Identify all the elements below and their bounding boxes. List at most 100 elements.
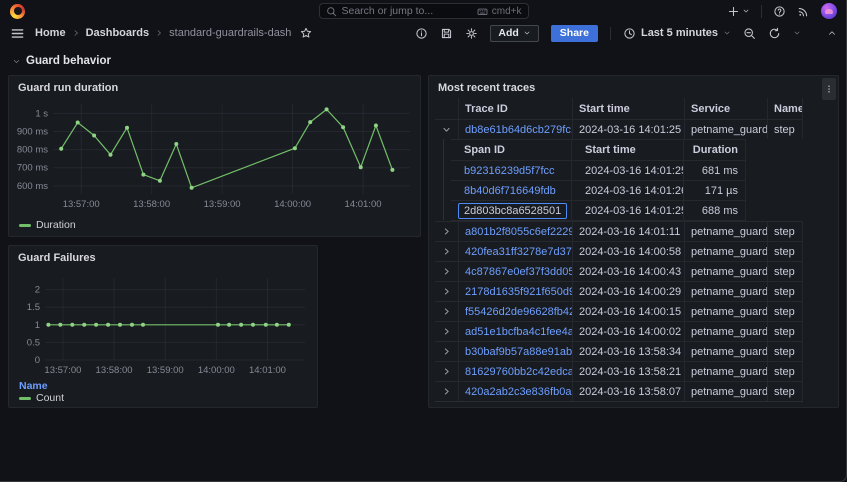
expand-row-chevron-icon[interactable] [435, 362, 459, 381]
svg-text:900 ms: 900 ms [17, 127, 48, 138]
trace-id-link[interactable]: db8e61b64d6cb279fc1... [465, 124, 573, 136]
span-start-time: 2024-03-16 14:01:25.474 [572, 161, 684, 180]
svg-text:600 ms: 600 ms [17, 181, 48, 192]
column-header-start-time[interactable]: Start time [573, 98, 685, 119]
trace-table-row: 81629760bb2c42edcae...2024-03-16 13:58:2… [435, 361, 803, 381]
span-id-cell: 2d803bc8a6528501 [451, 201, 572, 220]
search-shortcut: cmd+k [476, 6, 522, 17]
series-color-swatch [19, 397, 31, 400]
trace-table-row: 420fea31ff3278e7d37f...2024-03-16 14:00:… [435, 241, 803, 261]
span-id-link[interactable]: 8b40d6f716649fdb [464, 185, 556, 197]
grafana-logo-icon[interactable] [10, 4, 25, 19]
span-duration: 171 µs [684, 181, 746, 200]
panel-title[interactable]: Guard Failures [18, 252, 96, 264]
trace-name: step [768, 282, 803, 301]
svg-text:0.5: 0.5 [27, 337, 40, 348]
panel-menu-kebab-icon[interactable] [822, 78, 836, 100]
trace-table-row: b30baf9b57a88e91ab5...2024-03-16 13:58:3… [435, 341, 803, 361]
span-column-header-span-id[interactable]: Span ID [451, 140, 572, 160]
expand-row-chevron-icon[interactable] [435, 382, 459, 401]
expand-row-chevron-icon[interactable] [435, 262, 459, 281]
hamburger-menu-icon[interactable] [10, 26, 25, 41]
trace-table-row: a801b2f8055c6ef2229...2024-03-16 14:01:1… [435, 221, 803, 241]
trace-id-link[interactable]: 4c87867e0ef37f3dd05... [465, 266, 573, 278]
trace-id-link[interactable]: 420a2ab2c3e836fb0aa... [465, 386, 573, 398]
dashboard-info-icon[interactable] [415, 27, 428, 40]
duration-chart[interactable]: 13:57:0013:58:0013:59:0014:00:0014:01:00… [15, 96, 416, 216]
user-avatar[interactable] [821, 3, 837, 19]
trace-start-time: 2024-03-16 14:00:43 [573, 262, 685, 281]
failures-chart[interactable]: 13:57:0013:58:0013:59:0014:00:0014:01:00… [15, 266, 311, 386]
trace-table-row: 420a2ab2c3e836fb0aa...2024-03-16 13:58:0… [435, 381, 803, 401]
search-input[interactable] [342, 5, 471, 17]
expand-row-chevron-icon[interactable] [435, 302, 459, 321]
refresh-interval-chevron-icon[interactable] [793, 29, 801, 37]
trace-id-link[interactable]: ad51e1bcfba4c1fee4af3... [465, 326, 573, 338]
svg-text:700 ms: 700 ms [17, 163, 48, 174]
span-id-link[interactable]: 2d803bc8a6528501 [458, 203, 567, 219]
breadcrumb-current-dashboard[interactable]: standard-guardrails-dash [169, 27, 291, 39]
favorite-star-icon[interactable] [300, 27, 312, 39]
span-column-header-duration[interactable]: Duration [684, 140, 746, 160]
dashboard-settings-gear-icon[interactable] [465, 27, 478, 40]
column-header-name[interactable]: Name [768, 98, 803, 119]
expand-row-chevron-icon[interactable] [435, 322, 459, 341]
column-header-service[interactable]: Service [685, 98, 768, 119]
time-range-picker[interactable]: Last 5 minutes [623, 27, 731, 40]
refresh-icon[interactable] [768, 27, 781, 40]
save-dashboard-icon[interactable] [440, 27, 453, 40]
trace-name: step [768, 342, 803, 361]
legend-item-duration[interactable]: Duration [19, 219, 76, 231]
trace-id-link[interactable]: 420fea31ff3278e7d37f... [465, 246, 573, 258]
span-id-link[interactable]: b92316239d5f7fcc [464, 165, 555, 177]
keyboard-icon [476, 6, 489, 17]
trace-id-link: ad51e1bcfba4c1fee4af3... [459, 322, 573, 341]
trace-id-link[interactable]: f55426d2de96628fb42... [465, 306, 573, 318]
panel-most-recent-traces: Most recent traces Trace ID Start time S… [428, 75, 839, 408]
column-header-trace-id[interactable]: Trace ID [459, 98, 573, 119]
expand-row-chevron-icon[interactable] [435, 222, 459, 241]
chevron-right-icon [72, 29, 80, 37]
trace-start-time: 2024-03-16 14:01:25 [573, 120, 685, 139]
add-menu-button[interactable] [727, 5, 750, 18]
breadcrumb-dashboards[interactable]: Dashboards [86, 27, 150, 39]
trace-id-link[interactable]: 81629760bb2c42edcae... [465, 366, 573, 378]
trace-id-link[interactable]: b30baf9b57a88e91ab5... [465, 346, 573, 358]
legend-item-count[interactable]: Count [19, 392, 64, 404]
search-bar[interactable]: cmd+k [319, 3, 529, 19]
share-button[interactable]: Share [551, 25, 598, 42]
expand-row-chevron-icon[interactable] [435, 242, 459, 261]
traces-table-header-row: Trace ID Start time Service Name [435, 98, 803, 119]
trace-name: step [768, 262, 803, 281]
collapse-toolbar-chevron-icon[interactable] [827, 28, 837, 38]
divider [610, 27, 611, 40]
clock-icon [623, 27, 636, 40]
breadcrumb-home[interactable]: Home [35, 27, 66, 39]
svg-text:0: 0 [35, 355, 40, 366]
trace-id-link: 420fea31ff3278e7d37f... [459, 242, 573, 261]
collapse-row-chevron-icon[interactable] [435, 120, 459, 139]
span-id-cell: b92316239d5f7fcc [451, 161, 572, 180]
expand-row-chevron-icon[interactable] [435, 282, 459, 301]
panel-title[interactable]: Guard run duration [18, 82, 118, 94]
news-rss-icon[interactable] [797, 5, 810, 18]
trace-id-link[interactable]: a801b2f8055c6ef2229... [465, 226, 573, 238]
add-button[interactable]: Add [490, 25, 538, 42]
trace-id-link: 81629760bb2c42edcae... [459, 362, 573, 381]
zoom-out-time-icon[interactable] [743, 27, 756, 40]
panel-guard-run-duration: Guard run duration 13:57:0013:58:0013:59… [8, 75, 421, 237]
row-section-guard-behavior[interactable]: Guard behavior [12, 55, 111, 67]
trace-start-time: 2024-03-16 14:00:58 [573, 242, 685, 261]
chevron-down-icon [523, 29, 531, 37]
trace-id-link[interactable]: 2178d1635f921f650d94... [465, 286, 573, 298]
legend-group-label[interactable]: Name [19, 380, 48, 392]
trace-id-link: 4c87867e0ef37f3dd05... [459, 262, 573, 281]
span-column-header-start-time[interactable]: Start time [572, 140, 684, 160]
trace-name: step [768, 362, 803, 381]
span-table-row: 2d803bc8a65285012024-03-16 14:01:25.4746… [451, 200, 746, 220]
expand-row-chevron-icon[interactable] [435, 342, 459, 361]
help-icon[interactable] [773, 5, 786, 18]
breadcrumb: Home Dashboards standard-guardrails-dash [35, 27, 312, 39]
panel-title[interactable]: Most recent traces [438, 82, 535, 94]
svg-text:13:57:00: 13:57:00 [44, 365, 81, 376]
